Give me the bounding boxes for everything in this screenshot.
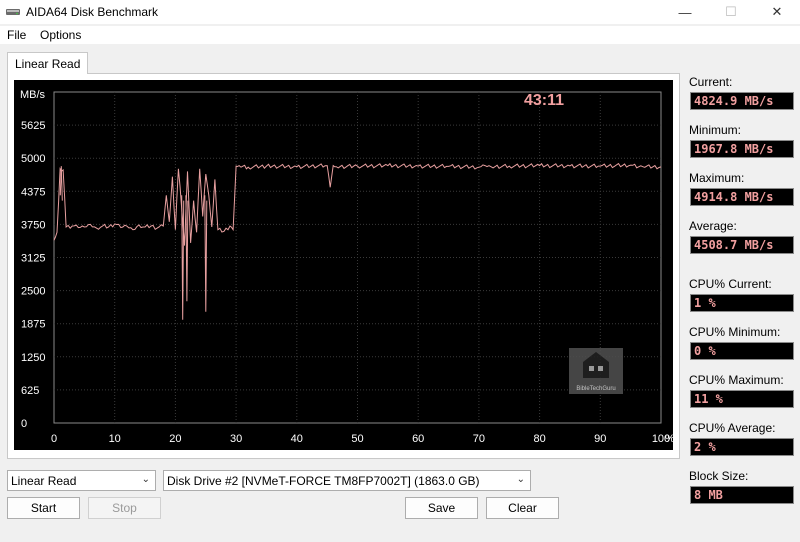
x-tick-label: 60 [412, 433, 424, 445]
chevron-down-icon: ⌄ [516, 474, 525, 485]
x-tick-label: 40 [291, 433, 303, 445]
current-value: 4824.9 MB/s [690, 92, 794, 110]
elapsed-timer: 43:11 [524, 92, 564, 109]
current-label: Current: [689, 75, 733, 89]
x-tick-label: 20 [169, 433, 181, 445]
chart-svg: 5625 5000 4375 3750 3125 2500 1875 1250 625 0 0 10 2… [20, 89, 673, 445]
series-spike [185, 195, 189, 302]
average-value: 4508.7 MB/s [690, 236, 794, 254]
title-bar: AIDA64 Disk Benchmark — ☐ ✕ [0, 0, 800, 24]
series-spike [204, 195, 208, 312]
cpu-minimum-label: CPU% Minimum: [689, 325, 781, 339]
maximum-value: 4914.8 MB/s [690, 188, 794, 206]
cpu-average-label: CPU% Average: [689, 421, 776, 435]
y-tick-label: 2500 [21, 286, 45, 298]
cpu-minimum-value: 0 % [690, 342, 794, 360]
test-type-value: Linear Read [11, 474, 77, 488]
cpu-maximum-label: CPU% Maximum: [689, 373, 784, 387]
x-tick-label: 90 [594, 433, 606, 445]
block-size-value: 8 MB [690, 486, 794, 504]
watermark-logo: BibleTechGuru [569, 348, 623, 394]
menu-bar: File Options [0, 26, 800, 44]
drive-value: Disk Drive #2 [NVMeT-FORCE TM8FP7002T] (… [167, 474, 480, 488]
close-icon: ✕ [771, 4, 783, 19]
y-tick-label: 3750 [21, 219, 45, 231]
y-tick-label: 1875 [21, 319, 45, 331]
start-button[interactable]: Start [7, 497, 80, 519]
house-icon [583, 352, 609, 378]
minimize-icon: — [678, 4, 692, 20]
stop-button[interactable]: Stop [88, 497, 161, 519]
x-tick-label: 80 [533, 433, 545, 445]
y-tick-label: 5000 [21, 153, 45, 165]
test-type-select[interactable]: Linear Read ⌄ [7, 470, 156, 491]
y-tick-label: 4375 [21, 186, 45, 198]
close-button[interactable]: ✕ [754, 0, 800, 24]
tab-linear-read[interactable]: Linear Read [7, 52, 89, 74]
x-tick-label: 0 [51, 433, 57, 445]
cpu-current-value: 1 % [690, 294, 794, 312]
x-unit-label: % [665, 433, 673, 445]
cpu-maximum-value: 11 % [690, 390, 794, 408]
x-tick-label: 50 [351, 433, 363, 445]
chevron-down-icon: ⌄ [141, 474, 150, 485]
y-tick-label: 625 [21, 385, 39, 397]
block-size-label: Block Size: [689, 469, 749, 483]
x-tick-label: 30 [230, 433, 242, 445]
save-button[interactable]: Save [405, 497, 478, 519]
y-tick-label: 3125 [21, 253, 45, 265]
drive-select[interactable]: Disk Drive #2 [NVMeT-FORCE TM8FP7002T] (… [163, 470, 531, 491]
y-unit-label: MB/s [20, 89, 46, 101]
clear-button[interactable]: Clear [486, 497, 559, 519]
y-tick-label: 0 [21, 418, 27, 430]
menu-options[interactable]: Options [40, 28, 81, 42]
maximize-button[interactable]: ☐ [708, 0, 754, 24]
maximize-icon: ☐ [725, 4, 737, 19]
x-tick-label: 10 [109, 433, 121, 445]
minimize-button[interactable]: — [662, 0, 708, 24]
cpu-average-value: 2 % [690, 438, 794, 456]
benchmark-chart: 5625 5000 4375 3750 3125 2500 1875 1250 625 0 0 10 2… [14, 80, 673, 450]
cpu-current-label: CPU% Current: [689, 277, 772, 291]
window-title: AIDA64 Disk Benchmark [26, 5, 159, 19]
watermark-text: BibleTechGuru [576, 386, 616, 392]
menu-file[interactable]: File [7, 28, 26, 42]
app-icon [6, 6, 20, 18]
y-tick-label: 5625 [21, 120, 45, 132]
minimum-value: 1967.8 MB/s [690, 140, 794, 158]
maximum-label: Maximum: [689, 171, 745, 185]
y-tick-label: 1250 [21, 352, 45, 364]
minimum-label: Minimum: [689, 123, 742, 137]
x-tick-label: 70 [473, 433, 485, 445]
average-label: Average: [689, 219, 737, 233]
series-spike [181, 195, 185, 320]
